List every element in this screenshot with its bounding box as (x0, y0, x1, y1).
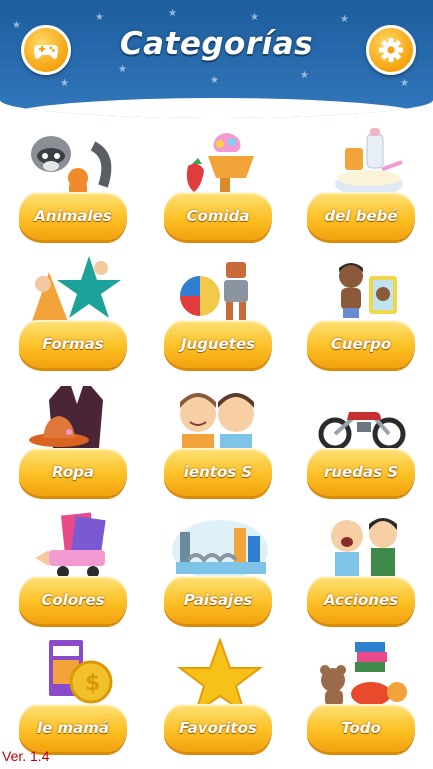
category-button[interactable]: del bebé (307, 192, 415, 240)
category-tile-todo[interactable]: Todo (307, 638, 415, 756)
category-label: le mamá (36, 719, 110, 737)
category-tile-formas[interactable]: Formas (19, 254, 127, 372)
category-tile-ruedas[interactable]: ruedas S (307, 382, 415, 500)
version-label: Ver. 1.4 (2, 748, 50, 764)
category-button[interactable]: Paisajes (164, 576, 272, 624)
svg-text:$: $ (85, 671, 100, 696)
category-label: Animales (34, 207, 112, 225)
settings-button[interactable] (366, 25, 416, 75)
shapes-star-icon (31, 256, 121, 324)
category-tile-juguetes[interactable]: Juguetes (164, 254, 272, 372)
category-tile-comida[interactable]: Comida (164, 126, 272, 244)
ice-cream-strawberry-icon (186, 133, 254, 194)
category-label: Paisajes (183, 591, 253, 609)
category-label: Juguetes (180, 335, 256, 353)
toys-books-icon (320, 642, 407, 706)
category-label: ientos S (183, 463, 253, 481)
crying-kids-icon (331, 518, 397, 576)
category-button[interactable]: Cuerpo (307, 320, 415, 368)
category-tile-animales[interactable]: Animales (19, 126, 127, 244)
category-button[interactable]: Animales (19, 192, 127, 240)
category-button[interactable]: Juguetes (164, 320, 272, 368)
city-bridge-icon (172, 520, 268, 580)
star-icon: ★ (168, 8, 177, 19)
star-icon: ★ (95, 12, 104, 23)
gamepad-icon (34, 45, 58, 59)
category-tile-ropa[interactable]: Ropa (19, 382, 127, 500)
star-icon: ★ (340, 14, 349, 25)
category-tile-paisajes[interactable]: Paisajes (164, 510, 272, 628)
category-tile-colores[interactable]: Colores (19, 510, 127, 628)
category-tile-bebe[interactable]: del bebé (307, 126, 415, 244)
category-label: Favoritos (179, 719, 257, 737)
category-label: Todo (341, 719, 381, 737)
star-icon: ★ (210, 75, 219, 86)
category-tile-acciones[interactable]: Acciones (307, 510, 415, 628)
category-button[interactable]: ientos S (164, 448, 272, 496)
kids-faces-icon (180, 393, 254, 450)
boy-mirror-icon (339, 263, 397, 318)
category-button[interactable]: Ropa (19, 448, 127, 496)
star-icon: ★ (250, 12, 259, 23)
category-label: Comida (186, 207, 250, 225)
star-icon: ★ (400, 78, 409, 89)
raccoon-cat-icon (31, 136, 112, 197)
category-tile-favoritos[interactable]: Favoritos (164, 638, 272, 756)
star-icon: ★ (300, 70, 309, 81)
coat-hat-icon (29, 386, 103, 448)
pencil-paper-icon (35, 512, 106, 578)
category-button[interactable]: Favoritos (164, 704, 272, 752)
category-button[interactable]: Acciones (307, 576, 415, 624)
category-label: Cuerpo (330, 335, 392, 353)
category-button[interactable]: le mamá (19, 704, 127, 752)
star-icon: ★ (60, 78, 69, 89)
motorcycle-icon (318, 412, 406, 451)
crayons-coin-icon: $ (49, 640, 113, 704)
category-label: del bebé (324, 207, 398, 225)
category-button[interactable]: Comida (164, 192, 272, 240)
category-tile-cuerpo[interactable]: Cuerpo (307, 254, 415, 372)
category-label: Formas (42, 335, 104, 353)
category-button[interactable]: Colores (19, 576, 127, 624)
category-tile-sentimientos[interactable]: ientos S (164, 382, 272, 500)
category-button[interactable]: Todo (307, 704, 415, 752)
baby-bottle-bowl-icon (335, 128, 403, 196)
category-label: Colores (41, 591, 105, 609)
category-tile-mama[interactable]: $ le mamá (19, 638, 127, 756)
category-button[interactable]: ruedas S (307, 448, 415, 496)
gold-star-icon (177, 638, 263, 712)
gear-icon (379, 38, 403, 62)
robot-ball-icon (180, 262, 248, 320)
header-wave (0, 98, 433, 118)
category-label: ruedas S (323, 463, 399, 481)
category-button[interactable]: Formas (19, 320, 127, 368)
category-label: Acciones (323, 591, 399, 609)
category-label: Ropa (52, 463, 94, 481)
star-icon: ★ (118, 64, 127, 75)
games-button[interactable] (21, 25, 71, 75)
